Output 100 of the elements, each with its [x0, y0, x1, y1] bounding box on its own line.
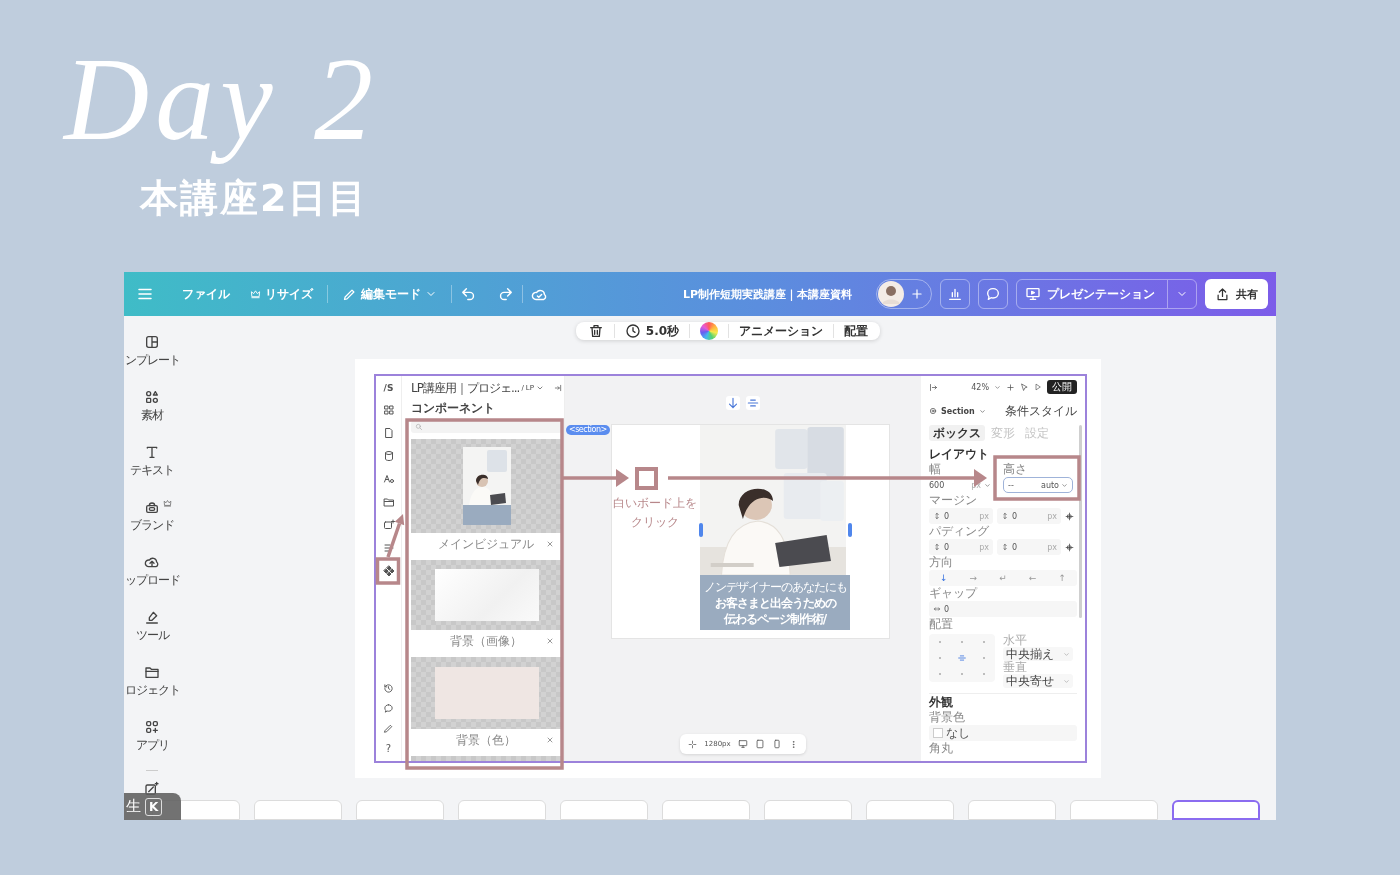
scrollbar[interactable] — [1079, 425, 1082, 618]
overlay-text: 生 — [126, 797, 141, 816]
spacing-icon — [1001, 543, 1009, 551]
play-icon[interactable] — [1034, 383, 1042, 391]
color-wheel[interactable] — [700, 322, 719, 340]
sidebar-item[interactable]: ロジェクト — [124, 664, 180, 719]
height-field[interactable]: -- auto — [1003, 477, 1073, 493]
element-name[interactable]: Section — [941, 406, 975, 416]
banner-text: ノンデザイナーのあなたにも — [703, 578, 847, 595]
spacing-icon[interactable] — [1065, 511, 1074, 521]
image-plus-icon[interactable] — [382, 519, 395, 531]
sidebar-item[interactable]: ツール — [124, 609, 180, 664]
expand-icon[interactable] — [929, 382, 938, 392]
key-cap: K — [145, 797, 163, 816]
page-icon[interactable] — [382, 427, 395, 439]
input-field[interactable]: 0 px — [997, 539, 1061, 555]
sidebar-item[interactable]: ブランド — [124, 499, 180, 554]
pen-icon[interactable] — [383, 723, 394, 734]
spacing-icon[interactable] — [1065, 542, 1074, 552]
spacing-icon — [1001, 512, 1009, 520]
zoom-level[interactable]: 42% — [971, 382, 989, 392]
duration-button[interactable]: 5.0秒 — [624, 322, 680, 340]
component-icon[interactable] — [382, 565, 395, 577]
chat-icon[interactable] — [383, 703, 394, 714]
sidebar-item[interactable]: ップロード — [124, 554, 180, 609]
component-thumbnail[interactable] — [411, 560, 562, 630]
cursor-icon[interactable] — [1020, 382, 1029, 392]
caret-icon — [1063, 650, 1070, 658]
database-icon[interactable] — [382, 450, 395, 462]
field-label: 背景色 — [929, 710, 965, 725]
annotation-arrow — [386, 514, 405, 558]
animation-button[interactable]: アニメーション — [739, 322, 824, 340]
position-button[interactable]: 配置 — [844, 322, 869, 340]
plus-icon[interactable] — [1006, 382, 1015, 392]
direction-option[interactable]: ↓ — [937, 573, 951, 583]
component-thumbnail[interactable] — [411, 657, 562, 729]
caret-icon — [1063, 677, 1070, 685]
collapse-icon[interactable] — [554, 384, 562, 392]
field-label: パディング — [929, 524, 989, 539]
component-name: メインビジュアル — [437, 535, 534, 553]
history-icon[interactable] — [383, 683, 394, 694]
grid-icon[interactable] — [382, 404, 395, 416]
gap-field[interactable]: 0 — [929, 601, 1077, 617]
square-marker — [635, 467, 658, 490]
highlight-frame — [375, 557, 401, 585]
component-name: 背景（画像） — [449, 632, 522, 650]
publish-button[interactable]: 公開 — [1047, 380, 1077, 394]
caret-icon[interactable] — [994, 383, 1001, 391]
plus-icon[interactable] — [910, 287, 924, 301]
tab[interactable]: ボックス — [929, 425, 985, 441]
phone-icon[interactable] — [771, 739, 782, 749]
folder-icon[interactable] — [382, 496, 395, 508]
field-label: 方向 — [929, 555, 953, 570]
field-label: 角丸 — [929, 741, 953, 756]
trash-icon[interactable] — [587, 323, 604, 339]
avatar — [878, 281, 904, 307]
caret-icon[interactable] — [978, 407, 986, 415]
panel-title: コンポーネント — [411, 401, 496, 415]
caret-icon — [984, 481, 991, 489]
redo-icon[interactable] — [497, 285, 514, 303]
font-icon[interactable] — [382, 473, 395, 485]
help-button[interactable]: ? — [385, 743, 392, 755]
sidebar-item[interactable]: ンプレート — [124, 334, 180, 389]
section-title: 外観 — [929, 694, 953, 710]
input-field[interactable]: 0 px — [997, 508, 1061, 524]
undo-icon[interactable] — [460, 285, 477, 303]
align-center-icon[interactable] — [746, 396, 760, 410]
chart-button[interactable] — [940, 279, 970, 309]
comment-button[interactable] — [978, 279, 1008, 309]
tablet-icon[interactable] — [754, 739, 765, 749]
input-field[interactable]: 0 px — [929, 539, 993, 555]
field-label: 垂直 — [1003, 661, 1027, 674]
remove-icon[interactable] — [546, 736, 554, 744]
breadcrumb[interactable]: LP講座用｜プロジェ... — [411, 379, 520, 397]
desktop-icon[interactable] — [737, 739, 748, 749]
remove-icon[interactable] — [546, 540, 554, 548]
target-icon — [929, 407, 937, 415]
resize-handle[interactable] — [848, 523, 852, 537]
resize-handle[interactable] — [699, 523, 703, 537]
page-thumbnail[interactable] — [1172, 800, 1260, 820]
sidebar-item[interactable]: テキスト — [124, 444, 180, 499]
component-thumbnail[interactable] — [411, 439, 562, 533]
select-field[interactable]: 中央揃え — [1003, 647, 1073, 661]
annotation-arrow — [563, 469, 629, 487]
gap-icon — [933, 605, 941, 613]
color-field[interactable]: なし — [929, 725, 1077, 741]
crown-icon — [163, 499, 172, 508]
arrow-down-icon[interactable] — [726, 396, 740, 410]
input-field[interactable]: 0 px — [929, 508, 993, 524]
conditional-style-link[interactable]: 条件スタイル — [1005, 402, 1077, 420]
sidebar-item[interactable]: 素材 — [124, 389, 180, 444]
share-button[interactable]: 共有 — [1205, 279, 1268, 309]
field-label: 水平 — [1003, 634, 1027, 647]
sparkle-icon[interactable] — [688, 739, 698, 749]
select-field[interactable]: 中央寄せ — [1003, 674, 1073, 688]
remove-icon[interactable] — [546, 637, 554, 645]
caret-icon[interactable] — [535, 384, 544, 392]
spacing-icon — [933, 543, 941, 551]
text-icon — [144, 444, 160, 460]
apps-icon — [144, 719, 160, 735]
